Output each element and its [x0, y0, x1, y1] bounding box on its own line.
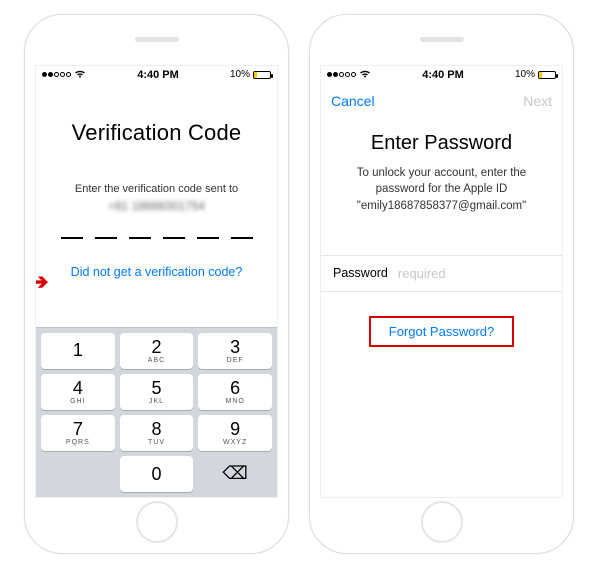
- numeric-keypad: 1 2ABC 3DEF 4GHI 5JKL 6MNO 7PQRS 8TUV 9W…: [36, 327, 277, 497]
- masked-phone-number: +81 18688301754: [36, 199, 277, 213]
- password-label: Password: [333, 266, 388, 280]
- keypad-key-8[interactable]: 8TUV: [120, 415, 194, 451]
- wifi-icon: [359, 69, 371, 81]
- next-button[interactable]: Next: [523, 93, 552, 109]
- statusbar-time: 4:40 PM: [422, 69, 464, 81]
- cancel-button[interactable]: Cancel: [331, 93, 375, 109]
- page-title: Enter Password: [321, 132, 562, 155]
- keypad-key-5[interactable]: 5JKL: [120, 374, 194, 410]
- keypad-key-1[interactable]: 1: [41, 333, 115, 369]
- battery-icon: [538, 71, 556, 79]
- statusbar-time: 4:40 PM: [137, 69, 179, 81]
- password-row[interactable]: Password required: [321, 255, 562, 292]
- page-title: Verification Code: [36, 120, 277, 146]
- keypad-key-7[interactable]: 7PQRS: [41, 415, 115, 451]
- code-input[interactable]: [36, 237, 277, 239]
- keypad-key-6[interactable]: 6MNO: [198, 374, 272, 410]
- annotation-arrow-icon: ➔: [35, 269, 48, 295]
- keypad-key-2[interactable]: 2ABC: [120, 333, 194, 369]
- resend-code-link[interactable]: Did not get a verification code?: [36, 265, 277, 279]
- backspace-icon: ⌫: [222, 463, 247, 484]
- phone-frame-left: 4:40 PM 10% Verification Code Enter the …: [24, 14, 289, 554]
- keypad-delete[interactable]: ⌫: [198, 456, 272, 492]
- keypad-blank: [41, 456, 115, 492]
- verification-subtitle: Enter the verification code sent to: [36, 182, 277, 197]
- password-field[interactable]: required: [398, 266, 446, 281]
- signal-icon: [327, 72, 356, 77]
- status-bar: 4:40 PM 10%: [321, 66, 562, 84]
- keypad-key-0[interactable]: 0: [120, 456, 194, 492]
- status-bar: 4:40 PM 10%: [36, 66, 277, 84]
- phone-frame-right: 4:40 PM 10% Cancel Next Enter Password T…: [309, 14, 574, 554]
- page-description: To unlock your account, enter the passwo…: [343, 165, 540, 215]
- battery-percent: 10%: [515, 69, 535, 80]
- wifi-icon: [74, 69, 86, 81]
- signal-icon: [42, 72, 71, 77]
- battery-percent: 10%: [230, 69, 250, 80]
- nav-bar: Cancel Next: [321, 84, 562, 118]
- keypad-key-9[interactable]: 9WXYZ: [198, 415, 272, 451]
- battery-icon: [253, 71, 271, 79]
- screen-verification: 4:40 PM 10% Verification Code Enter the …: [35, 65, 278, 498]
- keypad-key-4[interactable]: 4GHI: [41, 374, 115, 410]
- keypad-key-3[interactable]: 3DEF: [198, 333, 272, 369]
- screen-enter-password: 4:40 PM 10% Cancel Next Enter Password T…: [320, 65, 563, 498]
- forgot-password-link[interactable]: Forgot Password?: [369, 316, 515, 347]
